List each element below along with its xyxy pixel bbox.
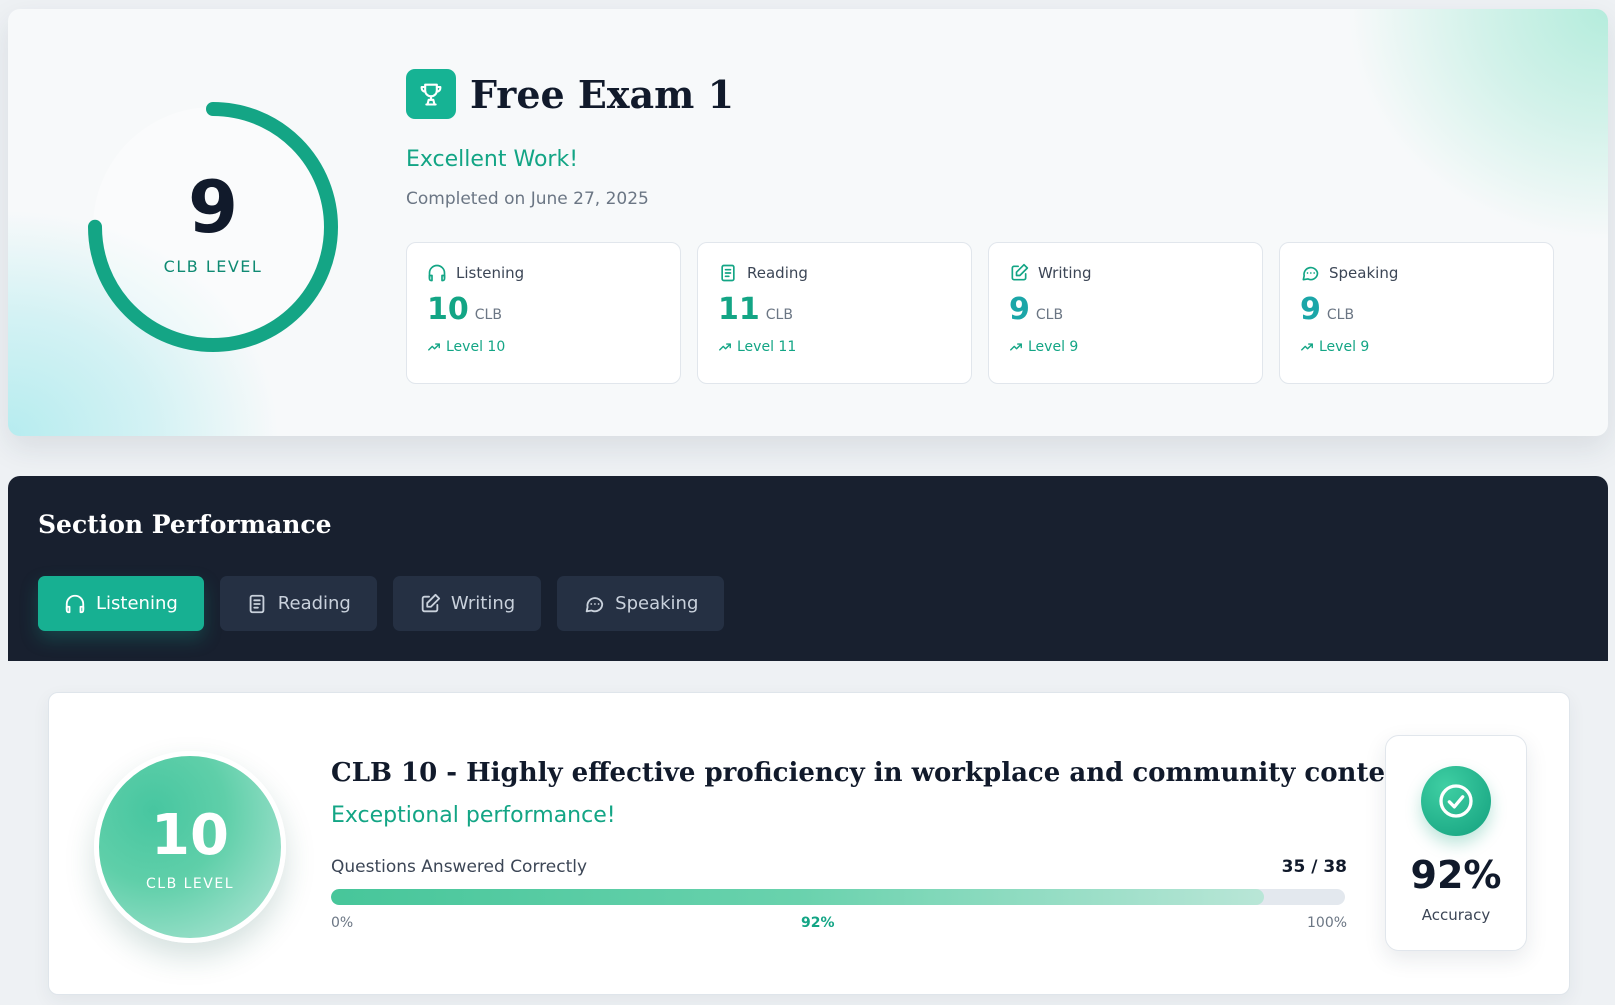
trending-up-icon [719,343,731,351]
tab-label: Listening [96,593,178,614]
tab-speaking[interactable]: Speaking [557,576,725,631]
tab-writing[interactable]: Writing [392,576,542,631]
questions-label: Questions Answered Correctly [331,857,588,877]
check-circle-icon [1421,766,1491,836]
exam-title: Free Exam 1 [470,71,735,117]
book-icon [721,264,735,282]
section-title: Section Performance [38,510,332,539]
level-description: CLB 10 - Highly effective proficiency in… [331,758,1428,788]
skill-score: 9 [1009,292,1030,327]
headphones-icon [428,264,446,282]
tab-label: Speaking [615,593,699,614]
overall-level-ring: 9 CLB LEVEL [68,82,358,372]
skill-name: Writing [1038,264,1092,282]
tab-label: Reading [277,593,351,614]
scale-value: 92% [801,915,835,931]
chat-icon [1302,266,1319,281]
overall-level-label: CLB LEVEL [163,256,263,276]
overall-level-value: 9 [187,164,239,249]
accuracy-card: 92% Accuracy [1385,735,1527,951]
tab-reading[interactable]: Reading [219,576,377,631]
chat-icon [585,596,604,612]
book-icon [249,594,265,613]
skill-card-listening: Listening 10 CLB Level 10 [406,242,681,384]
skill-unit: CLB [1035,307,1064,323]
skill-unit: CLB [474,307,502,323]
skill-name: Reading [747,264,808,282]
skill-card-speaking: Speaking 9 CLB Level 9 [1279,242,1554,384]
section-tabs: Listening Reading Writing Speaking [38,576,725,631]
section-performance-panel: Section Performance Listening Reading Wr… [8,476,1608,661]
skill-level: Level 9 [1319,339,1370,355]
completion-date: Completed on June 27, 2025 [406,189,649,209]
performance-remark: Exceptional performance! [331,803,616,828]
trending-up-icon [1301,343,1313,351]
exam-summary-hero: 9 CLB LEVEL Free Exam 1 Excellent Work! … [8,9,1608,436]
skill-score: 10 [427,292,469,327]
score-progress-fill [331,889,1264,905]
result-headline: Excellent Work! [406,147,579,172]
trending-up-icon [1010,343,1022,351]
edit-icon [421,593,440,612]
scale-max: 100% [1307,915,1348,931]
headphones-icon [65,594,85,613]
score-progress-bar [331,889,1345,905]
trending-up-icon [428,343,440,351]
skill-level: Level 11 [737,339,797,355]
trophy-icon [406,69,456,119]
skill-level: Level 9 [1028,339,1079,355]
exam-title-row: Free Exam 1 [406,69,734,119]
tab-listening[interactable]: Listening [38,576,204,631]
skill-unit: CLB [1326,307,1355,323]
section-level-label: CLB LEVEL [146,876,234,892]
skill-unit: CLB [765,307,793,323]
skill-card-writing: Writing 9 CLB Level 9 [988,242,1263,384]
questions-count: 35 / 38 [1281,857,1347,877]
skill-name: Speaking [1329,264,1399,282]
accuracy-label: Accuracy [1421,906,1491,924]
accuracy-value: 92% [1410,853,1502,897]
section-level-value: 10 [151,803,229,868]
skill-card-reading: Reading 11 CLB Level 11 [697,242,972,384]
scale-min: 0% [331,915,354,931]
edit-icon [1011,263,1029,281]
tab-label: Writing [450,593,516,614]
skill-score: 11 [718,292,760,327]
skill-name: Listening [456,264,525,282]
listening-detail-card: 10 CLB LEVEL CLB 10 - Highly effective p… [48,692,1570,995]
skill-score: 9 [1300,292,1321,327]
skill-level: Level 10 [446,339,506,355]
skill-score-cards: Listening 10 CLB Level 10 Reading 11 CLB [406,242,1554,384]
section-level-badge: 10 CLB LEVEL [94,751,286,943]
